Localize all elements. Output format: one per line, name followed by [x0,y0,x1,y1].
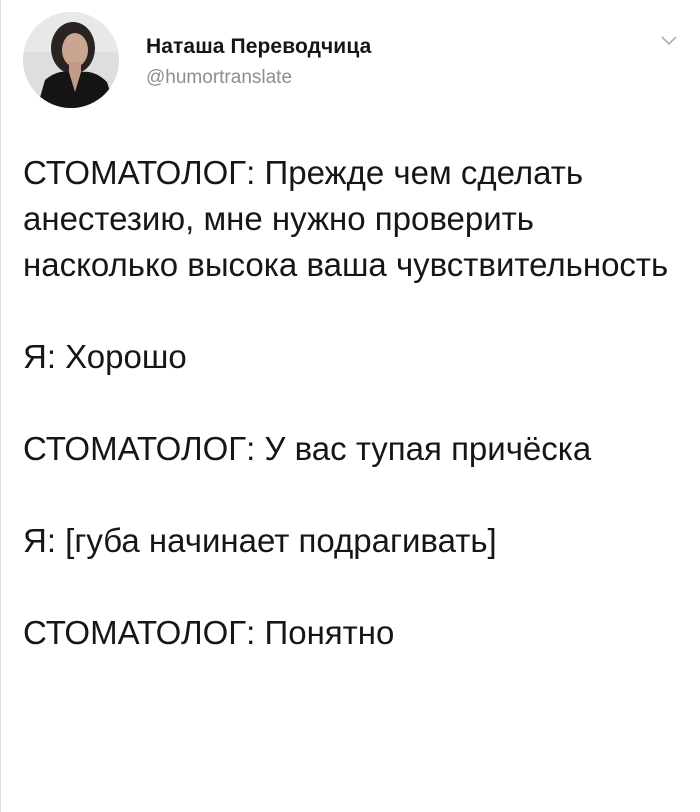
tweet-paragraph: СТОМАТОЛОГ: Понятно [23,614,395,651]
tweet-paragraph: СТОМАТОЛОГ: Прежде чем сделать анестезию… [23,154,669,283]
tweet-paragraph: Я: [губа начинает подрагивать] [23,522,497,559]
tweet-card: Наташа Переводчица @humortranslate СТОМА… [0,0,700,812]
tweet-paragraph: Я: Хорошо [23,338,187,375]
profile-photo-icon [23,12,119,108]
tweet-header: Наташа Переводчица @humortranslate [23,12,683,122]
author-display-name[interactable]: Наташа Переводчица [146,35,371,59]
avatar[interactable] [23,12,119,108]
tweet-text: СТОМАТОЛОГ: Прежде чем сделать анестезию… [23,150,673,702]
author-names: Наташа Переводчица @humortranslate [146,35,371,89]
author-handle[interactable]: @humortranslate [146,67,371,89]
tweet-paragraph: СТОМАТОЛОГ: У вас тупая причёска [23,430,592,467]
chevron-down-icon[interactable] [659,34,679,48]
